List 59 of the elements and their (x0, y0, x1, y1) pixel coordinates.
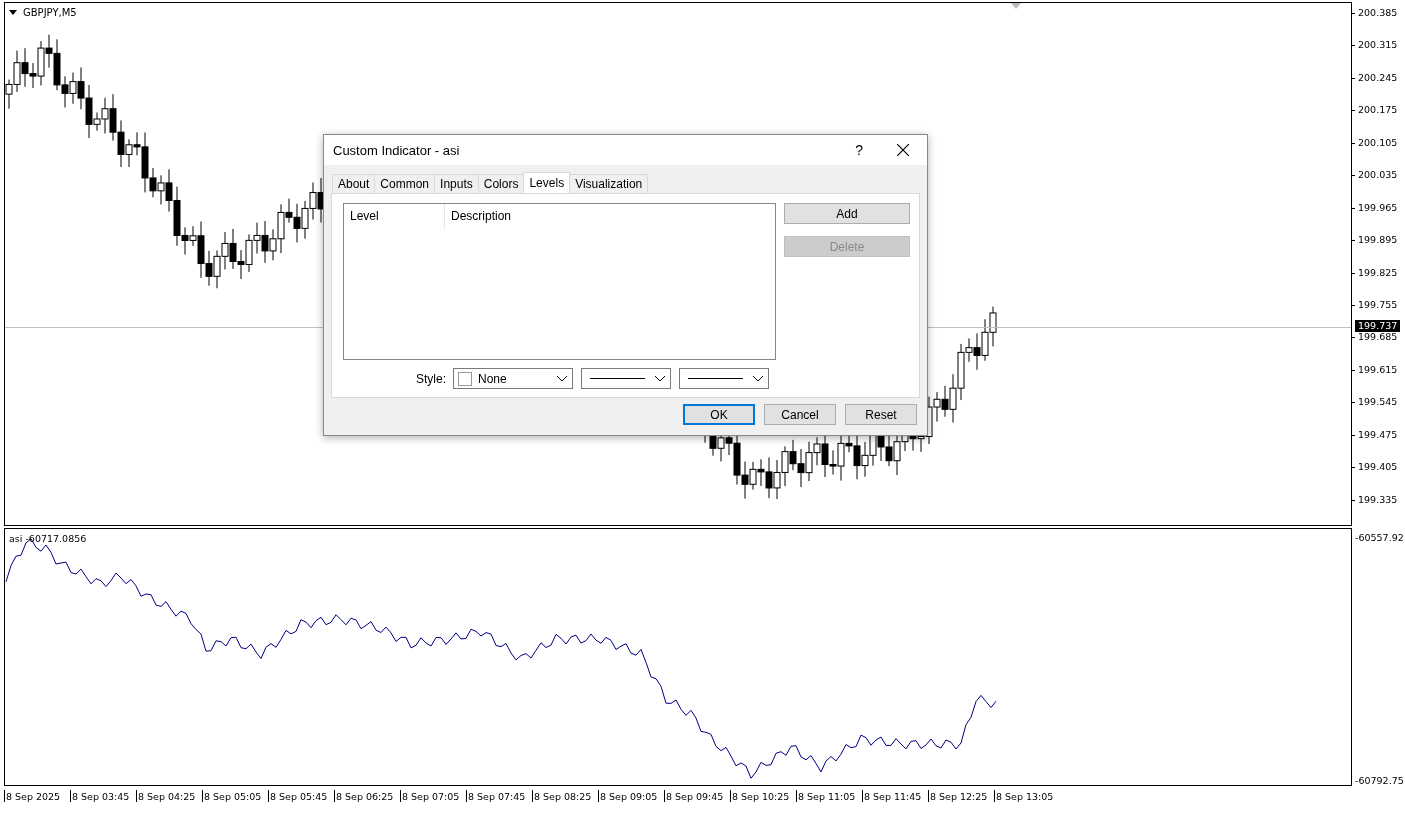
tab[interactable]: Visualization (569, 174, 649, 193)
tab[interactable]: Levels (523, 172, 571, 193)
time-label: 8 Sep 05:05 (202, 790, 268, 802)
price-label: 199.895 (1352, 234, 1405, 267)
dialog-title: Custom Indicator - asi (333, 142, 461, 158)
price-label: 199.965 (1352, 201, 1405, 235)
time-label: 8 Sep 07:45 (466, 790, 532, 802)
chevron-icon (655, 375, 665, 382)
tab[interactable]: About (332, 174, 376, 193)
column-header[interactable]: Description (445, 204, 518, 229)
tab[interactable]: Inputs (434, 174, 479, 193)
add-button[interactable]: Add (784, 203, 910, 224)
dialog-button[interactable]: Reset (845, 404, 917, 425)
indicator-value-label: -60557.92 (1355, 532, 1405, 543)
price-label: 199.685 (1352, 331, 1405, 364)
price-label: 200.175 (1352, 104, 1405, 137)
time-label: 8 Sep 08:25 (532, 790, 598, 802)
close-icon[interactable] (897, 144, 909, 156)
help-button[interactable]: ? (855, 142, 863, 158)
levels-list[interactable]: Level Description (343, 203, 776, 360)
price-label: 200.385 (1352, 7, 1405, 40)
price-label: 200.245 (1352, 71, 1405, 105)
triangle-icon (1011, 3, 1021, 9)
time-label: 8 Sep 11:05 (796, 790, 862, 802)
price-label: 199.825 (1352, 266, 1405, 299)
price-label: 199.335 (1352, 493, 1405, 526)
line-style-dropdown[interactable] (581, 368, 671, 389)
time-label: 8 Sep 10:25 (730, 790, 796, 802)
time-label: 8 Sep 09:45 (664, 790, 730, 802)
time-label: 8 Sep 03:45 (70, 790, 136, 802)
price-label: 200.315 (1352, 39, 1405, 72)
color-dropdown[interactable]: None (453, 368, 573, 389)
dialog-button[interactable]: Cancel (764, 404, 836, 425)
time-label: 8 Sep 12:25 (928, 790, 994, 802)
price-label: 199.615 (1352, 363, 1405, 397)
chevron-icon (557, 375, 567, 382)
price-label: 199.475 (1352, 428, 1405, 462)
style-label: Style: (416, 371, 446, 386)
chevron-icon (753, 375, 763, 382)
column-header[interactable]: Level (344, 204, 445, 229)
price-label: 200.035 (1352, 169, 1405, 202)
price-label: 200.105 (1352, 136, 1405, 170)
dropdown-triangle-icon[interactable] (9, 10, 17, 15)
time-label: 8 Sep 05:45 (268, 790, 334, 802)
time-label: 8 Sep 09:05 (598, 790, 664, 802)
time-label: 8 Sep 04:25 (136, 790, 202, 802)
time-label: 8 Sep 11:45 (862, 790, 928, 802)
time-label: 8 Sep 13:05 (994, 790, 1060, 802)
time-label: 8 Sep 06:25 (334, 790, 400, 802)
dialog-button[interactable]: OK (683, 404, 755, 425)
symbol-label: GBPJPY,M5 (23, 7, 77, 18)
indicator-label: asi -60717.0856 (9, 533, 87, 544)
indicator-value-label: -60792.75 (1355, 775, 1405, 786)
line-width-dropdown[interactable] (679, 368, 769, 389)
time-label: 8 Sep 2025 (4, 790, 70, 802)
time-label: 8 Sep 07:05 (400, 790, 466, 802)
current-price-label: 199.737 (1355, 320, 1401, 332)
price-label: 199.405 (1352, 461, 1405, 494)
price-label: 199.545 (1352, 396, 1405, 429)
